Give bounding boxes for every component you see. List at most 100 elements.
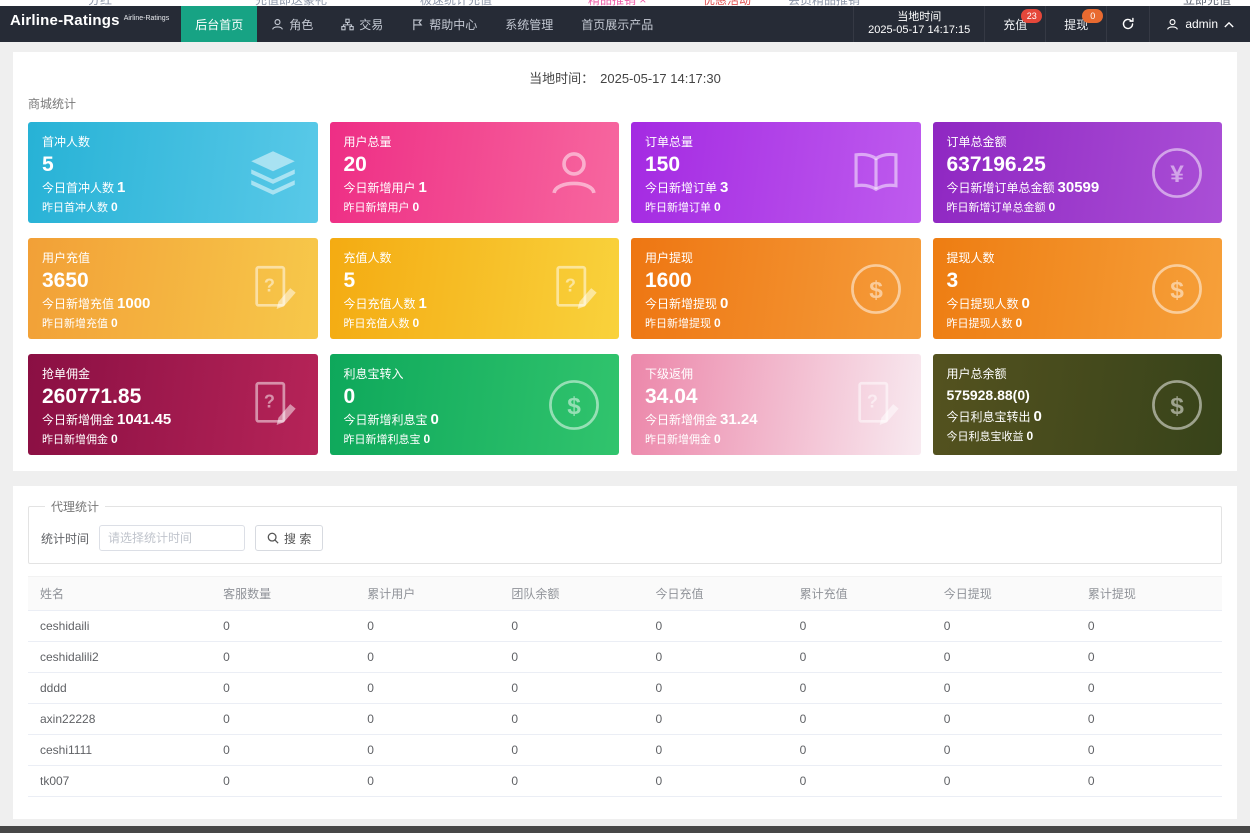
flag-icon — [411, 18, 424, 31]
table-cell: 0 — [1077, 641, 1222, 673]
table-cell: 0 — [1077, 703, 1222, 735]
dollar-icon: $ — [847, 260, 905, 318]
table-cell: 0 — [501, 610, 646, 642]
table-cell: 0 — [789, 641, 934, 673]
table-cell: 0 — [933, 672, 1078, 704]
section-title-shop-stats: 商城统计 — [28, 97, 77, 111]
user-icon — [545, 144, 603, 202]
agent-table-body: ceshidaili 0 0 0 0 0 0 0 ceshidalili2 0 0 0 0 0 0 0 dddd… — [28, 610, 1222, 797]
table-cell: 0 — [933, 610, 1078, 642]
doc-icon: ? — [847, 376, 905, 434]
svg-text:?: ? — [565, 275, 576, 295]
table-cell: 0 — [1077, 765, 1222, 797]
agent-statistics-panel: 代理统计 统计时间 搜 索 姓名客服数量累计用户团队余额今日充值累计充值今日提现… — [13, 486, 1237, 819]
refresh-button[interactable] — [1106, 6, 1149, 42]
nav-menu: 后台首页 角色 交易 帮助中心 系统管理 首页展示产品 — [181, 6, 667, 42]
table-cell: 0 — [645, 765, 790, 797]
table-cell: 0 — [213, 610, 358, 642]
clipped-text-fragment: 立即充值 — [1183, 0, 1231, 6]
svg-text:$: $ — [1170, 277, 1184, 304]
agent-filter-row: 统计时间 搜 索 — [41, 525, 1209, 551]
table-cell: 0 — [213, 703, 358, 735]
clipped-text-fragment: 分红 — [88, 0, 112, 6]
nav-item-roles[interactable]: 角色 — [257, 6, 327, 42]
table-cell: 0 — [933, 765, 1078, 797]
nav-item-trade[interactable]: 交易 — [327, 6, 397, 42]
table-cell: ceshidaili — [28, 610, 214, 642]
clipped-text-fragment: 极速统计充值 — [420, 0, 492, 6]
table-cell: 0 — [357, 641, 502, 673]
svg-text:¥: ¥ — [1170, 161, 1184, 188]
table-cell: 0 — [645, 734, 790, 766]
clipped-text-fragment: 精品推销 × — [588, 0, 646, 6]
table-cell: ceshi1111 — [28, 734, 214, 766]
agent-table-header: 今日充值 — [645, 576, 790, 611]
table-cell: 0 — [213, 641, 358, 673]
table-cell: 0 — [501, 641, 646, 673]
table-cell: 0 — [213, 672, 358, 704]
chevron-up-icon — [1224, 21, 1234, 28]
refresh-icon — [1121, 17, 1135, 31]
local-time-label: 当地时间 — [897, 11, 942, 23]
admin-name: admin — [1185, 17, 1218, 31]
layers-icon — [244, 144, 302, 202]
svg-text:?: ? — [263, 391, 274, 411]
table-cell: 0 — [933, 734, 1078, 766]
withdraw-button[interactable]: 提现 0 — [1045, 6, 1106, 42]
table-cell: axin22228 — [28, 703, 214, 735]
agent-table: 姓名 客服数量 累计用户 团队余额 今日充值 累计充值 今日提现 累计提现 ceshidail… — [28, 576, 1222, 797]
nav-item-home[interactable]: 后台首页 — [181, 6, 258, 42]
table-cell: 0 — [501, 765, 646, 797]
time-filter-label: 统计时间 — [41, 531, 90, 546]
stat-card: 订单总量 150 今日新增订单 3 昨日新增订单 0 — [631, 122, 921, 223]
svg-text:?: ? — [866, 391, 877, 411]
stat-card: 用户总量 20 今日新增用户 1 昨日新增用户 0 — [329, 122, 619, 223]
dollar-icon: $ — [545, 376, 603, 434]
logo-subtext: Airline-Ratings — [123, 15, 170, 22]
recharge-badge: 23 — [1021, 9, 1043, 23]
nav-item-system[interactable]: 系统管理 — [491, 6, 567, 42]
agent-table-header: 客服数量 — [213, 576, 358, 611]
table-cell: 0 — [501, 672, 646, 704]
table-row: ceshi1111 0 0 0 0 0 0 0 — [28, 734, 1222, 766]
table-cell: tk007 — [28, 765, 214, 797]
nav-item-label: 交易 — [359, 17, 384, 32]
stat-card: 提现人数 3 今日提现人数 0 昨日提现人数 0 $ — [932, 238, 1222, 339]
agent-table-header: 累计用户 — [357, 576, 502, 611]
doc-icon: ? — [244, 260, 302, 318]
table-cell: 0 — [357, 610, 502, 642]
logo-text: Airline-Ratings — [10, 12, 120, 29]
svg-text:?: ? — [263, 275, 274, 295]
stat-card: 利息宝转入 0 今日新增利息宝 0 昨日新增利息宝 0 $ — [329, 354, 619, 455]
table-cell: 0 — [213, 765, 358, 797]
page-local-time-value: 2025-05-17 14:17:30 — [600, 71, 721, 86]
admin-menu[interactable]: admin — [1149, 6, 1250, 42]
agent-table-header: 团队余额 — [501, 576, 646, 611]
agent-table-header: 累计提现 — [1077, 576, 1222, 611]
shop-statistics-panel: 当地时间： 2025-05-17 14:17:30 商城统计 首冲人数 5 今日首冲人… — [13, 52, 1237, 471]
table-cell: 0 — [645, 672, 790, 704]
table-row: ceshidalili2 0 0 0 0 0 0 0 — [28, 641, 1222, 673]
logo[interactable]: Airline-Ratings Airline-Ratings — [0, 6, 175, 42]
local-time-block: 当地时间 2025-05-17 14:17:15 — [853, 6, 984, 42]
page-local-time-label: 当地时间： — [529, 71, 595, 86]
network-icon — [341, 18, 354, 31]
table-cell: 0 — [357, 765, 502, 797]
svg-text:$: $ — [1170, 393, 1184, 420]
doc-icon: ? — [244, 376, 302, 434]
recharge-button[interactable]: 充值 23 — [984, 6, 1045, 42]
search-icon — [267, 532, 279, 544]
nav-item-home-products[interactable]: 首页展示产品 — [567, 6, 667, 42]
search-button[interactable]: 搜 索 — [255, 525, 324, 551]
nav-item-help-center[interactable]: 帮助中心 — [397, 6, 491, 42]
time-filter-input[interactable] — [99, 525, 246, 551]
table-cell: 0 — [1077, 672, 1222, 704]
table-row: axin22228 0 0 0 0 0 0 0 — [28, 703, 1222, 735]
doc-icon: ? — [545, 260, 603, 318]
main-content: 当地时间： 2025-05-17 14:17:30 商城统计 首冲人数 5 今日首冲人… — [0, 42, 1250, 819]
clipped-text-fragment: 充值即送豪礼 — [255, 0, 327, 6]
local-time-value: 2025-05-17 14:17:15 — [868, 24, 971, 36]
agent-table-head-row: 姓名 客服数量 累计用户 团队余额 今日充值 累计充值 今日提现 累计提现 — [28, 576, 1222, 611]
svg-text:$: $ — [869, 277, 883, 304]
clipped-text-fragment: 优惠活动 — [703, 0, 751, 6]
